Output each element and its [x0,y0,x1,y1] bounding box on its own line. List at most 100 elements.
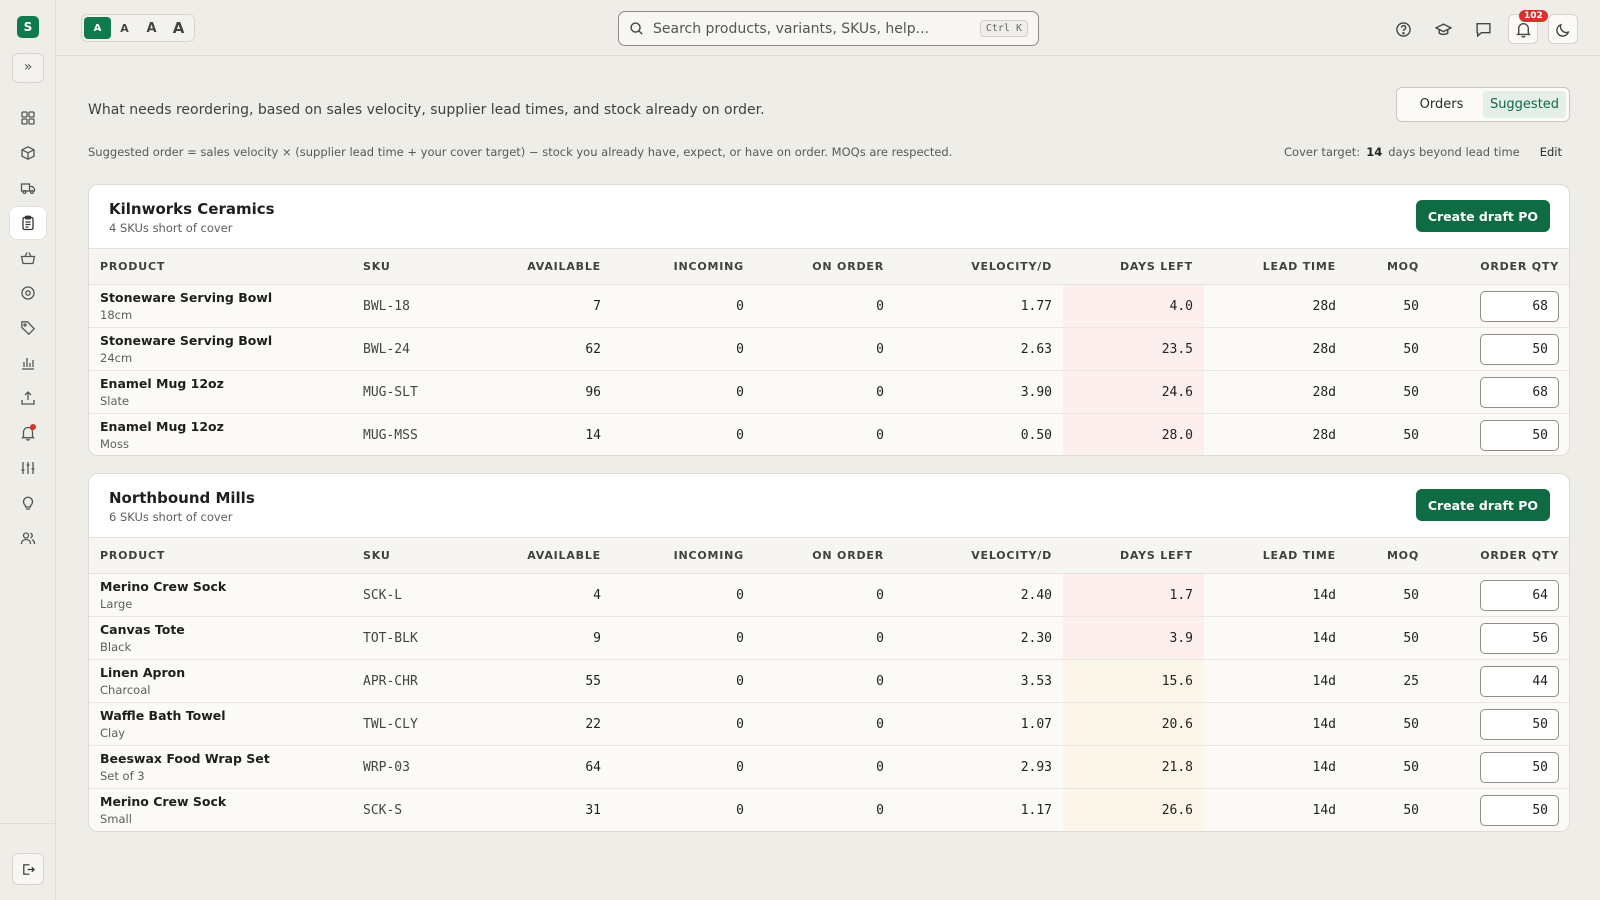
col-incoming[interactable]: INCOMING [612,537,755,574]
order-qty-input[interactable] [1480,290,1559,322]
sidebar-item-locations[interactable] [10,277,46,309]
order-qty-cell [1430,284,1569,328]
moq-cell: 50 [1347,284,1430,328]
product-cell: Enamel Mug 12oz Slate [89,370,352,414]
sku-cell: TOT-BLK [352,616,452,660]
logout-button[interactable] [12,853,44,885]
col-lead-time[interactable]: LEAD TIME [1204,537,1347,574]
col-on-order[interactable]: ON ORDER [755,537,895,574]
notifications-button[interactable]: 102 [1508,10,1548,44]
lead-time-cell: 14d [1204,616,1347,660]
velocity-cell: 2.63 [895,327,1063,371]
product-variant: Set of 3 [100,769,145,783]
sidebar-item-export[interactable] [10,382,46,414]
col-moq[interactable]: MOQ [1347,248,1430,285]
cover-target-edit-link[interactable]: Edit [1540,145,1562,159]
order-qty-cell [1430,573,1569,617]
order-qty-input[interactable] [1480,665,1559,697]
font-size-xs-button[interactable]: A [84,17,111,39]
lightbulb-icon [22,496,34,510]
col-sku[interactable]: SKU [352,537,452,574]
product-name[interactable]: Enamel Mug 12oz [100,376,341,391]
moq-cell: 50 [1347,573,1430,617]
sidebar-item-tips[interactable] [10,487,46,519]
sidebar-item-reports[interactable] [10,347,46,379]
learn-button[interactable] [1428,14,1458,44]
col-days-left[interactable]: DAYS LEFT [1063,537,1204,574]
font-size-lg-button[interactable]: A [165,17,192,39]
moq-cell: 50 [1347,616,1430,660]
product-name[interactable]: Merino Crew Sock [100,794,341,809]
velocity-cell: 3.53 [895,659,1063,703]
product-name[interactable]: Canvas Tote [100,622,341,637]
product-variant: 18cm [100,308,133,322]
search-bar[interactable]: Ctrl K [618,11,1039,46]
font-size-md-button[interactable]: A [138,17,165,39]
sidebar-item-shipping[interactable] [10,172,46,204]
order-qty-input[interactable] [1480,751,1559,783]
users-icon [20,532,36,545]
view-switcher: Orders Suggested [1396,87,1570,122]
velocity-cell: 1.17 [895,788,1063,831]
tab-orders[interactable]: Orders [1400,91,1483,118]
table-row: Merino Crew Sock Small SCK-S 31 0 0 1.17 26.6 14… [89,788,1569,831]
sidebar-item-tags[interactable] [10,312,46,344]
create-draft-po-button[interactable]: Create draft PO [1415,489,1550,521]
search-input[interactable] [653,20,980,37]
sidebar-item-orders[interactable] [10,242,46,274]
sku-cell: SCK-S [352,788,452,831]
col-velocity[interactable]: VELOCITY/D [895,248,1063,285]
col-order-qty[interactable]: ORDER QTY [1430,537,1569,574]
col-on-order[interactable]: ON ORDER [755,248,895,285]
tab-suggested[interactable]: Suggested [1483,91,1566,118]
sidebar-item-products[interactable] [10,137,46,169]
col-product[interactable]: PRODUCT [89,248,352,285]
on-order-cell: 0 [755,745,895,789]
order-qty-input[interactable] [1480,794,1559,826]
order-qty-input[interactable] [1480,376,1559,408]
sidebar: S » [0,0,56,900]
sidebar-item-alerts[interactable] [10,417,46,449]
product-name[interactable]: Stoneware Serving Bowl [100,290,341,305]
order-qty-input[interactable] [1480,333,1559,365]
messages-button[interactable] [1468,14,1498,44]
font-size-sm-button[interactable]: A [111,17,138,39]
col-sku[interactable]: SKU [352,248,452,285]
lead-time-cell: 14d [1204,659,1347,703]
col-product[interactable]: PRODUCT [89,537,352,574]
col-velocity[interactable]: VELOCITY/D [895,537,1063,574]
col-incoming[interactable]: INCOMING [612,248,755,285]
sidebar-expand-button[interactable]: » [12,53,44,83]
app-logo[interactable]: S [17,16,39,38]
product-name[interactable]: Enamel Mug 12oz [100,419,341,434]
product-name[interactable]: Stoneware Serving Bowl [100,333,341,348]
sku-cell: APR-CHR [352,659,452,703]
product-name[interactable]: Linen Apron [100,665,341,680]
col-available[interactable]: AVAILABLE [452,537,612,574]
theme-toggle-button[interactable] [1548,14,1578,44]
velocity-cell: 1.77 [895,284,1063,328]
help-button[interactable] [1388,14,1418,44]
moq-cell: 50 [1347,327,1430,371]
order-qty-input[interactable] [1480,419,1559,451]
col-days-left[interactable]: DAYS LEFT [1063,248,1204,285]
order-qty-input[interactable] [1480,622,1559,654]
product-name[interactable]: Merino Crew Sock [100,579,341,594]
sidebar-item-dashboard[interactable] [10,102,46,134]
sidebar-item-settings[interactable] [10,452,46,484]
lead-time-cell: 14d [1204,573,1347,617]
product-name[interactable]: Beeswax Food Wrap Set [100,751,341,766]
sidebar-item-team[interactable] [10,522,46,554]
order-qty-input[interactable] [1480,579,1559,611]
sidebar-item-reorder[interactable] [10,207,46,239]
product-variant: Slate [100,394,130,408]
col-moq[interactable]: MOQ [1347,537,1430,574]
col-order-qty[interactable]: ORDER QTY [1430,248,1569,285]
create-draft-po-button[interactable]: Create draft PO [1415,200,1550,232]
velocity-cell: 0.50 [895,413,1063,455]
grid-icon [21,111,35,125]
product-name[interactable]: Waffle Bath Towel [100,708,341,723]
col-available[interactable]: AVAILABLE [452,248,612,285]
col-lead-time[interactable]: LEAD TIME [1204,248,1347,285]
order-qty-input[interactable] [1480,708,1559,740]
